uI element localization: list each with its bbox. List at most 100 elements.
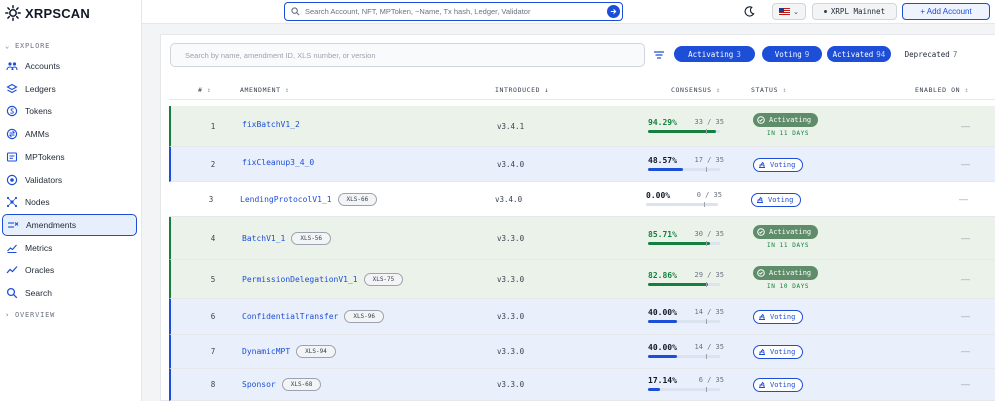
amendment-search-placeholder: Search by name, amendment ID, XLS number…	[185, 50, 376, 60]
status-cell: Voting	[753, 345, 804, 359]
theme-toggle-button[interactable]	[742, 4, 756, 18]
amendment-link[interactable]: BatchV1_1	[242, 234, 285, 243]
consensus-cell: 17.14% 6 / 35	[648, 376, 724, 394]
sidebar-item-accounts[interactable]: Accounts	[2, 55, 137, 77]
layers-icon	[6, 83, 18, 95]
table-row[interactable]: 5 PermissionDelegationV1_1 XLS-75 v3.3.0 …	[169, 260, 995, 299]
col-introduced-label: INTRODUCED	[495, 86, 541, 94]
consensus-votes: 6 / 35	[698, 376, 724, 384]
enabled-on: —	[961, 232, 970, 243]
xls-badge[interactable]: XLS-66	[337, 192, 378, 206]
global-search-input[interactable]: Search Account, NFT, MPToken, ~Name, Tx …	[284, 2, 623, 21]
table-row[interactable]: 3 LendingProtocolV1_1 XLS-66 v3.4.0 0.00%…	[169, 182, 995, 217]
consensus-votes: 0 / 35	[696, 190, 722, 199]
sidebar-item-nodes[interactable]: Nodes	[2, 191, 137, 213]
status-badge: Activating	[753, 112, 819, 127]
consensus-bar	[648, 319, 720, 324]
xls-badge[interactable]: XLS-94	[296, 345, 336, 358]
sidebar-item-oracles[interactable]: Oracles	[2, 259, 137, 281]
language-select[interactable]: ⌄	[772, 3, 806, 20]
sidebar-item-validators[interactable]: Validators	[2, 169, 137, 191]
col-consensus-header[interactable]: CONSENSUS ↕	[671, 86, 721, 94]
status-label: Voting	[770, 313, 796, 321]
status-label: Voting	[770, 160, 796, 169]
filter-chip-activating[interactable]: Activating 3	[674, 46, 755, 62]
consensus-votes: 33 / 35	[694, 117, 724, 126]
table-row[interactable]: 2 fixCleanup3_4_0 v3.4.0 48.57% 17 / 35 …	[169, 147, 995, 182]
amendment-search-input[interactable]: Search by name, amendment ID, XLS number…	[170, 43, 645, 67]
sort-icon: ↕	[964, 86, 970, 94]
users-icon	[6, 60, 18, 72]
col-introduced-header[interactable]: INTRODUCED ↓	[495, 86, 549, 94]
sidebar-item-amms[interactable]: AMMs	[2, 123, 137, 145]
enabled-on: —	[961, 120, 970, 131]
threshold-marker	[706, 319, 707, 324]
filter-chip-activated[interactable]: Activated 94	[827, 46, 891, 62]
network-selector[interactable]: XRPL Mainnet	[812, 3, 897, 20]
col-status-header[interactable]: STATUS ↕	[751, 86, 787, 94]
overview-section-toggle[interactable]: › OVERVIEW	[5, 311, 55, 319]
table-row[interactable]: 7 DynamicMPT XLS-94 v3.3.0 40.00% 14 / 35…	[169, 335, 995, 369]
amendment-link[interactable]: DynamicMPT	[242, 347, 290, 356]
amendment-link[interactable]: fixBatchV1_2	[242, 120, 300, 129]
activating-icon	[757, 115, 765, 124]
filter-chip-voting[interactable]: Voting 9	[762, 46, 822, 62]
consensus-bar-fill	[648, 282, 708, 286]
xls-badge[interactable]: XLS-68	[281, 378, 322, 391]
chart-icon	[6, 242, 18, 254]
xls-badge[interactable]: XLS-56	[291, 231, 332, 245]
status-label: Voting	[770, 348, 796, 356]
consensus-bar	[648, 354, 720, 359]
amendment-link[interactable]: PermissionDelegationV1_1	[242, 275, 358, 284]
sidebar-item-label: AMMs	[25, 129, 50, 140]
brand-logo[interactable]: XRPSCAN	[5, 3, 90, 23]
amendment-link[interactable]: ConfidentialTransfer	[242, 312, 338, 321]
chip-label: Activating	[688, 49, 734, 59]
add-account-button[interactable]: + Add Account	[902, 3, 990, 20]
xls-badge[interactable]: XLS-96	[344, 310, 385, 323]
sidebar-item-tokens[interactable]: Tokens	[2, 100, 137, 122]
sidebar-item-ledgers[interactable]: Ledgers	[2, 78, 137, 100]
col-amendment-header[interactable]: AMENDMENT ↕	[240, 86, 290, 94]
consensus-cell: 40.00% 14 / 35	[648, 343, 724, 361]
consensus-bar-fill	[648, 355, 677, 358]
explore-section-toggle[interactable]: ⌄ EXPLORE	[5, 42, 50, 50]
consensus-votes: 30 / 35	[694, 229, 724, 238]
voting-icon	[759, 161, 765, 168]
sidebar-item-metrics[interactable]: Metrics	[2, 237, 137, 259]
table-row[interactable]: 4 BatchV1_1 XLS-56 v3.3.0 85.71% 30 / 35 …	[169, 217, 995, 260]
coin-icon	[6, 105, 18, 117]
xls-badge[interactable]: XLS-75	[363, 272, 404, 286]
table-header: # ↕ AMENDMENT ↕ INTRODUCED ↓ CONSENSUS ↕…	[169, 80, 995, 100]
enabled-on: —	[959, 193, 968, 204]
activation-eta: IN 11 DAYS	[767, 129, 810, 137]
activating-icon	[757, 268, 765, 277]
network-icon	[6, 196, 18, 208]
col-num-header[interactable]: # ↕	[198, 86, 212, 94]
sidebar-item-label: Search	[25, 288, 52, 298]
row-number: 1	[210, 121, 216, 131]
consensus-bar-fill	[648, 388, 661, 391]
status-label: Activating	[769, 227, 812, 236]
status-label: Activating	[769, 115, 812, 124]
amendment-link[interactable]: fixCleanup3_4_0	[242, 158, 314, 167]
validator-icon	[6, 174, 18, 186]
amendment-link[interactable]: LendingProtocolV1_1	[240, 195, 332, 204]
introduced-version: v3.3.0	[497, 274, 525, 284]
table-row[interactable]: 8 Sponsor XLS-68 v3.3.0 17.14% 6 / 35 Vot…	[169, 369, 995, 401]
sidebar-item-label: Amendments	[26, 219, 77, 230]
filter-chip-deprecated[interactable]: Deprecated 7	[898, 46, 964, 62]
sidebar-item-search[interactable]: Search	[2, 282, 137, 304]
sidebar-item-mptokens[interactable]: MPTokens	[2, 146, 137, 168]
filter-icon[interactable]	[653, 49, 665, 61]
sidebar-item-amendments[interactable]: Amendments	[2, 213, 137, 236]
us-flag-icon	[779, 8, 791, 15]
table-row[interactable]: 6 ConfidentialTransfer XLS-96 v3.3.0 40.0…	[169, 299, 995, 335]
search-submit-button[interactable]	[607, 5, 620, 18]
consensus-percent: 85.71%	[648, 229, 677, 239]
col-enabled-header[interactable]: ENABLED ON ↕	[915, 86, 969, 94]
table-row[interactable]: 1 fixBatchV1_2 v3.4.1 94.29% 33 / 35 Act…	[169, 106, 995, 147]
consensus-percent: 82.86%	[648, 270, 677, 280]
chevron-right-icon: ›	[5, 311, 11, 319]
amendment-link[interactable]: Sponsor	[242, 380, 276, 389]
